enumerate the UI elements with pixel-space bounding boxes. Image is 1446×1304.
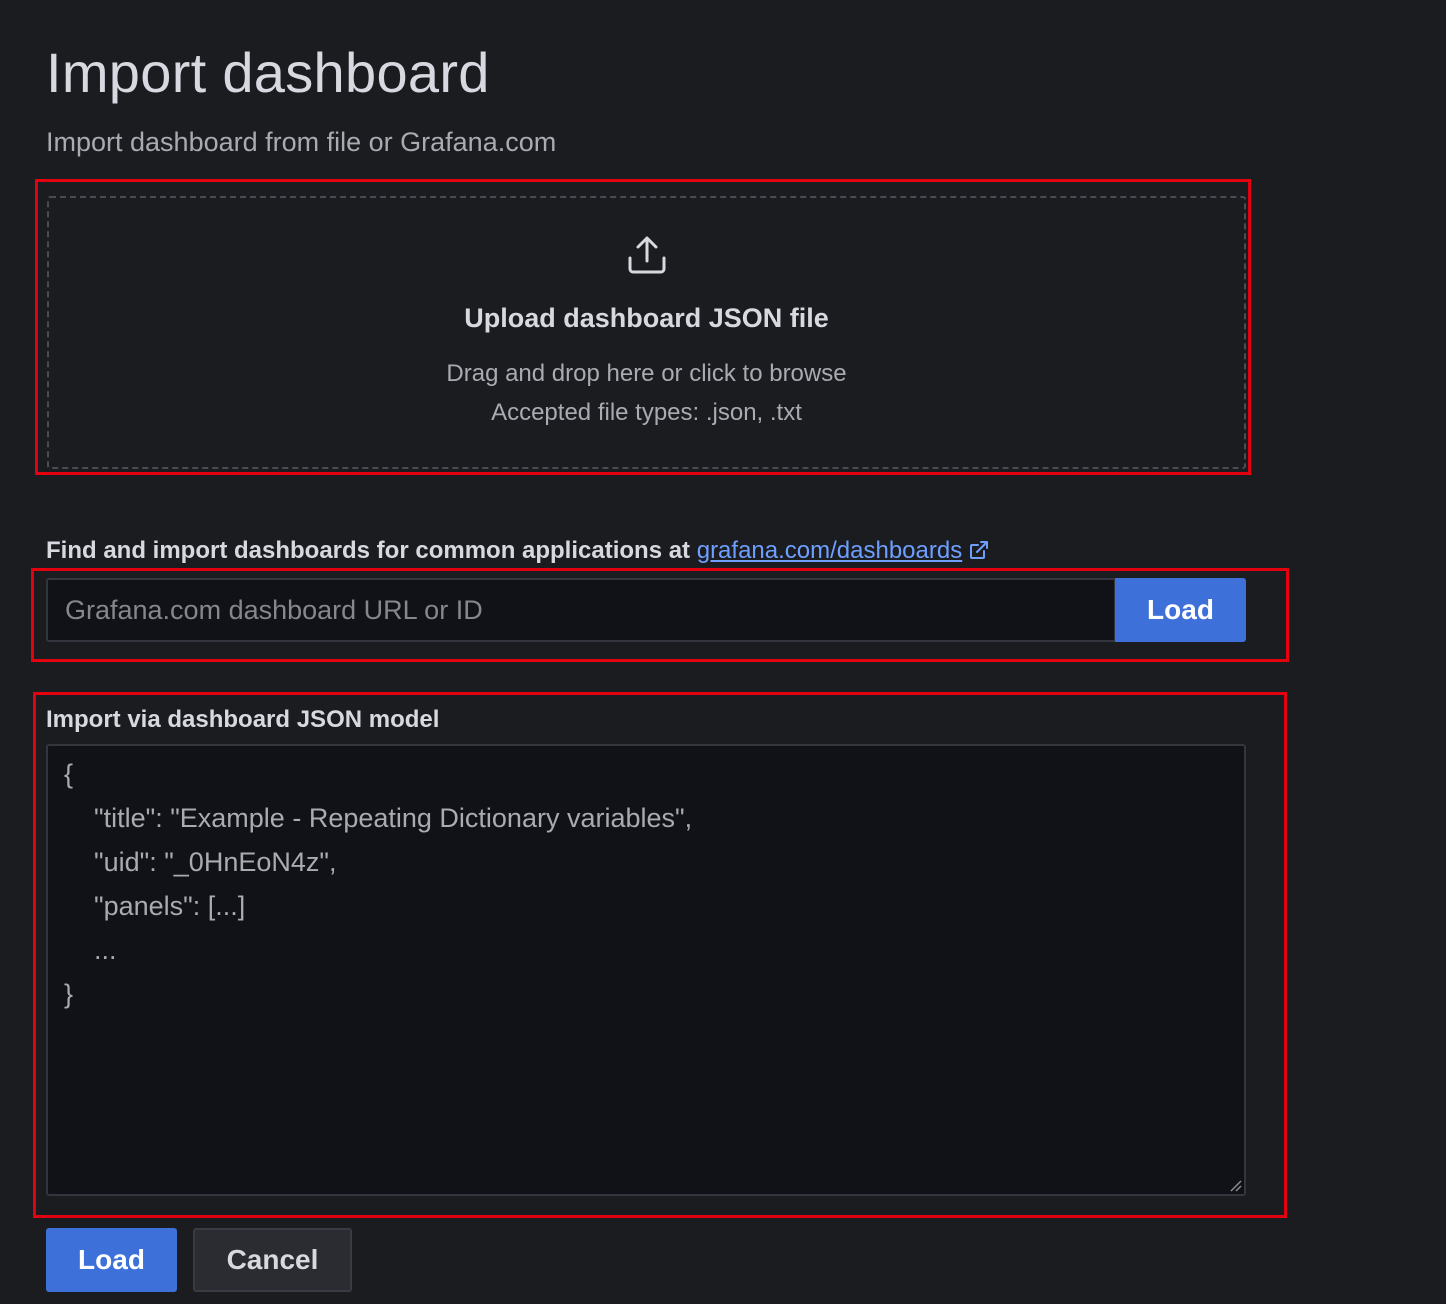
grafana-com-label-text: Find and import dashboards for common ap… (46, 537, 697, 564)
upload-title: Upload dashboard JSON file (464, 303, 829, 333)
load-button[interactable]: Load (46, 1228, 177, 1292)
external-link-icon[interactable] (968, 539, 990, 561)
cancel-button[interactable]: Cancel (193, 1228, 352, 1292)
import-dashboard-page: Import dashboard Import dashboard from f… (0, 0, 1446, 1304)
grafana-com-load-button[interactable]: Load (1115, 578, 1246, 642)
file-dropzone[interactable]: Upload dashboard JSON file Drag and drop… (47, 196, 1246, 469)
accepted-file-types: Accepted file types: .json, .txt (491, 399, 802, 426)
page-subtitle: Import dashboard from file or Grafana.co… (46, 127, 557, 157)
upload-hint: Drag and drop here or click to browse (446, 360, 847, 387)
json-model-label: Import via dashboard JSON model (46, 706, 440, 733)
resize-handle-icon[interactable] (1228, 1178, 1242, 1192)
grafana-com-url-input[interactable] (46, 578, 1116, 642)
grafana-com-label: Find and import dashboards for common ap… (46, 535, 990, 567)
json-model-textarea[interactable]: { "title": "Example - Repeating Dictiona… (46, 744, 1246, 1196)
grafana-com-dashboards-link[interactable]: grafana.com/dashboards (697, 537, 963, 564)
upload-icon (628, 236, 665, 274)
page-title: Import dashboard (46, 41, 490, 104)
